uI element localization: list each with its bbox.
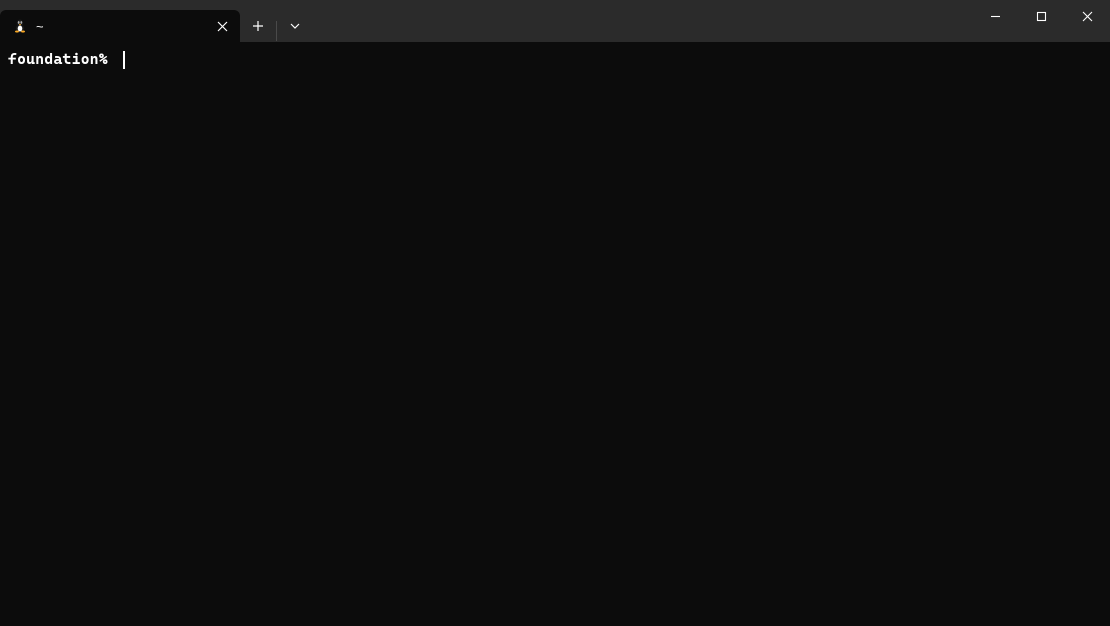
maximize-button[interactable] (1018, 0, 1064, 32)
cursor (123, 51, 125, 69)
titlebar: ~ (0, 0, 1110, 42)
minimize-icon (990, 11, 1001, 22)
tabs-area: ~ (0, 0, 972, 42)
tab-dropdown-button[interactable] (277, 10, 313, 42)
new-tab-button[interactable] (240, 10, 276, 42)
minimize-button[interactable] (972, 0, 1018, 32)
plus-icon (252, 20, 264, 32)
tab-active[interactable]: ~ (0, 10, 240, 42)
window-close-button[interactable] (1064, 0, 1110, 32)
tab-title: ~ (36, 19, 204, 34)
close-icon (217, 21, 228, 32)
shell-prompt: foundation% (8, 50, 117, 70)
maximize-icon (1036, 11, 1047, 22)
tab-actions (240, 10, 313, 42)
chevron-down-icon (290, 23, 300, 29)
terminal-body[interactable]: foundation% (0, 42, 1110, 626)
terminal-line: foundation% (8, 50, 1102, 70)
tab-close-button[interactable] (212, 16, 232, 36)
close-icon (1082, 11, 1093, 22)
tux-icon (12, 18, 28, 34)
top-edge (0, 0, 1110, 2)
window-controls (972, 0, 1110, 42)
